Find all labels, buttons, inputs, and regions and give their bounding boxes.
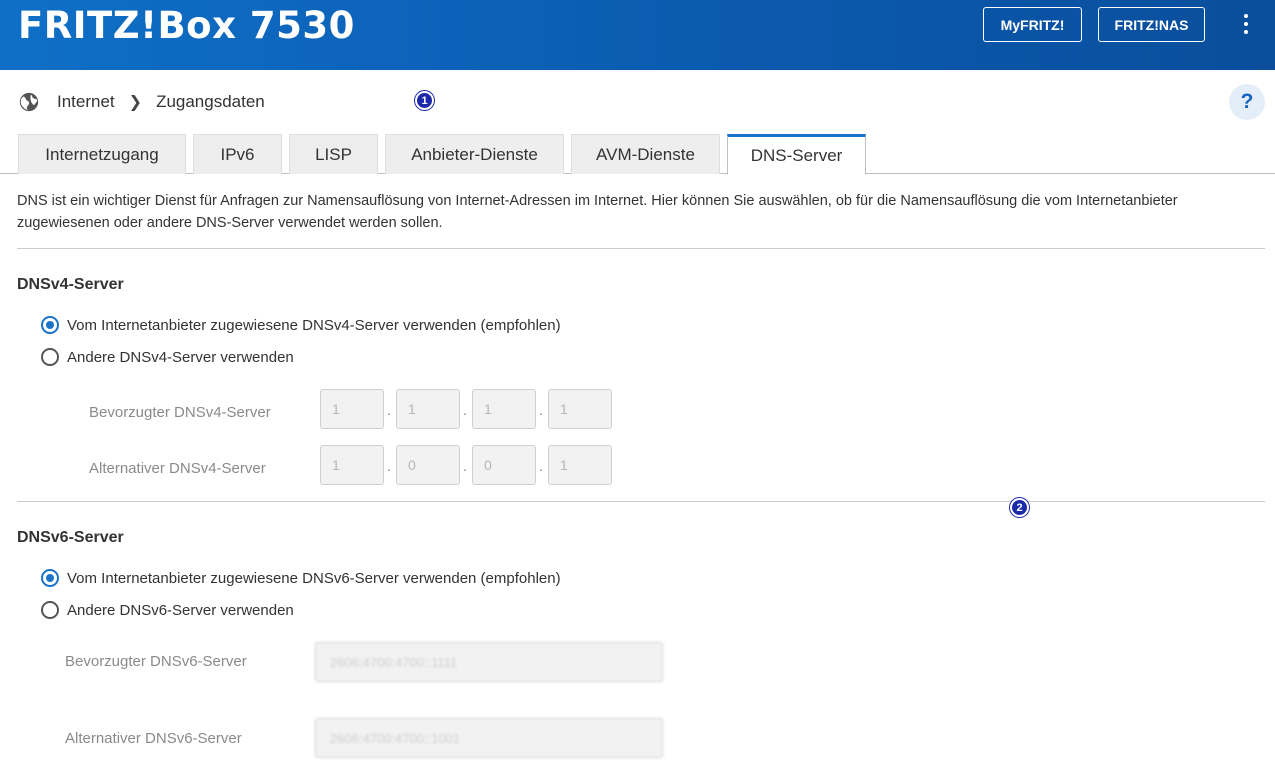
dnsv4-preferred-octet-4[interactable]: 1 [548,389,612,429]
divider [17,501,1265,502]
radio-button[interactable] [41,601,59,619]
tab-ipv6[interactable]: IPv6 [193,134,282,174]
dnsv6-title: DNSv6-Server [17,529,124,546]
annotation-badge-1: 1 [415,91,434,110]
radio-label: Andere DNSv4-Server verwenden [67,348,294,366]
radio-button[interactable] [41,348,59,366]
radio-label: Vom Internetanbieter zugewiesene DNSv4-S… [67,316,561,334]
chevron-right-icon: ❯ [128,94,143,111]
octet-separator: . [387,458,392,475]
octet-separator: . [463,458,468,475]
dnsv6-preferred-input[interactable]: 2606:4700:4700::1111 [315,642,663,682]
dnsv4-title: DNSv4-Server [17,276,124,293]
dnsv4-preferred-octet-3[interactable]: 1 [472,389,536,429]
help-button[interactable]: ? [1229,84,1265,120]
tab-lisp[interactable]: LISP [289,134,378,174]
tab-anbieter-dienste[interactable]: Anbieter-Dienste [385,134,564,174]
radio-button[interactable] [41,569,59,587]
radio-label: Vom Internetanbieter zugewiesene DNSv6-S… [67,569,561,587]
breadcrumb-internet[interactable]: Internet [57,92,115,112]
dnsv4-alternative-octet-3[interactable]: 0 [472,445,536,485]
kebab-menu-icon[interactable] [1236,12,1256,36]
myfritz-button[interactable]: MyFRITZ! [983,7,1082,42]
top-header: FRITZ!Box 7530 MyFRITZ! FRITZ!NAS [0,0,1275,70]
annotation-badge-2: 2 [1010,498,1029,517]
dnsv4-preferred-label: Bevorzugter DNSv4-Server [89,404,271,421]
product-title: FRITZ!Box 7530 [18,4,355,47]
tab-internetzugang[interactable]: Internetzugang [18,134,186,174]
breadcrumb: Internet ❯ Zugangsdaten [18,90,265,114]
breadcrumb-zugangsdaten: Zugangsdaten [156,92,265,111]
intro-text: DNS ist ein wichtiger Dienst für Anfrage… [17,193,1178,231]
tab-bar: Internetzugang IPv6 LISP Anbieter-Dienst… [0,134,1275,175]
dnsv4-preferred-octet-2[interactable]: 1 [396,389,460,429]
dnsv6-option-other[interactable]: Andere DNSv6-Server verwenden [41,601,294,619]
dnsv4-alternative-octet-1[interactable]: 1 [320,445,384,485]
octet-separator: . [463,402,468,419]
dnsv6-alternative-label: Alternativer DNSv6-Server [65,730,242,747]
dnsv6-option-provider[interactable]: Vom Internetanbieter zugewiesene DNSv6-S… [41,569,561,587]
octet-separator: . [539,402,544,419]
dnsv4-alternative-octet-4[interactable]: 1 [548,445,612,485]
octet-separator: . [539,458,544,475]
radio-button[interactable] [41,316,59,334]
dnsv4-option-other[interactable]: Andere DNSv4-Server verwenden [41,348,294,366]
dnsv6-alternative-input[interactable]: 2606:4700:4700::1001 [315,718,663,758]
dnsv4-alternative-octet-2[interactable]: 0 [396,445,460,485]
divider [17,248,1265,249]
dnsv6-preferred-label: Bevorzugter DNSv6-Server [65,653,247,670]
globe-icon [19,92,39,112]
fritznas-button[interactable]: FRITZ!NAS [1098,7,1205,42]
tab-dns-server[interactable]: DNS-Server [727,134,866,175]
octet-separator: . [387,402,392,419]
dnsv4-option-provider[interactable]: Vom Internetanbieter zugewiesene DNSv4-S… [41,316,561,334]
tab-avm-dienste[interactable]: AVM-Dienste [571,134,720,174]
dnsv4-preferred-octet-1[interactable]: 1 [320,389,384,429]
radio-label: Andere DNSv6-Server verwenden [67,601,294,619]
dnsv4-alternative-label: Alternativer DNSv4-Server [89,460,266,477]
